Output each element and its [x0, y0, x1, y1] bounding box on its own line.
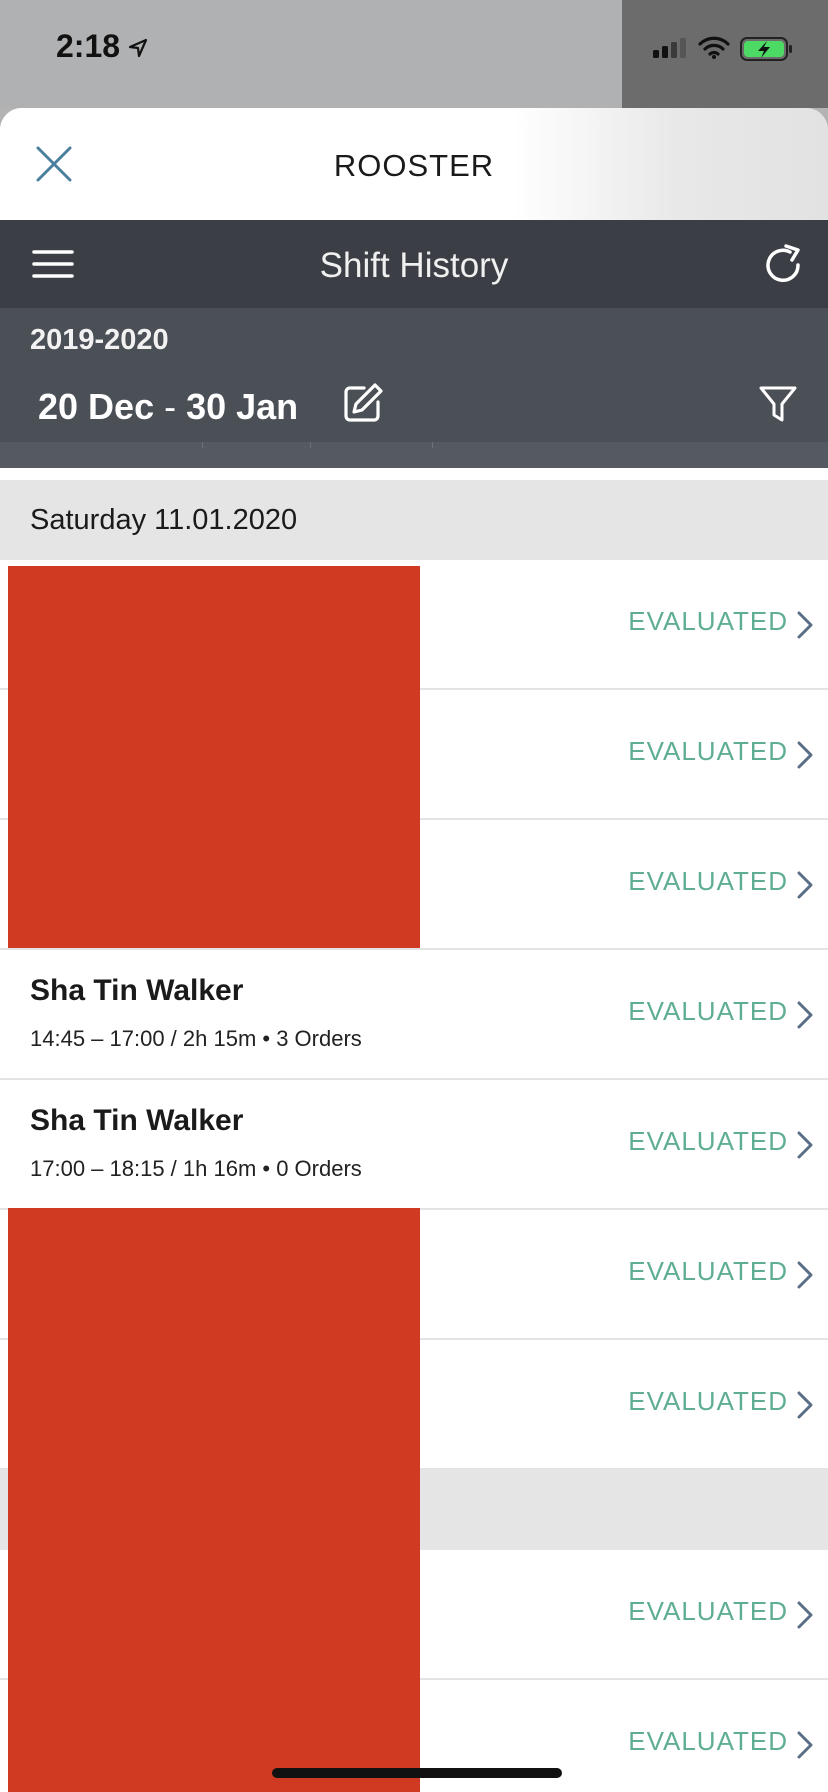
sheet-title: ROOSTER [333, 148, 495, 183]
redaction-block [8, 1208, 420, 1792]
redaction-block [8, 566, 420, 948]
shift-status: EVALUATED [628, 1126, 788, 1156]
shift-row[interactable]: Sha Tin Walker 17:00 – 18:15 / 1h 16m • … [0, 1080, 828, 1210]
shift-location: Sha Tin Walker [30, 1104, 244, 1137]
period-bar: 2019-2020 20 Dec - 30 Jan [0, 308, 828, 442]
shift-row[interactable]: Sha Tin Walker 14:45 – 17:00 / 2h 15m • … [0, 950, 828, 1080]
battery-charging-icon [740, 37, 792, 61]
tab-divider [202, 442, 203, 448]
shift-status: EVALUATED [628, 1726, 788, 1756]
section-header-date: Saturday 11.01.2020 [0, 480, 828, 560]
shift-status: EVALUATED [628, 866, 788, 896]
chevron-right-icon [797, 1261, 813, 1289]
section-date-label: Saturday 11.01.2020 [30, 504, 298, 536]
tab-strip [0, 442, 828, 468]
shift-status: EVALUATED [628, 736, 788, 766]
shift-detail: 14:45 – 17:00 / 2h 15m • 3 Orders [30, 1026, 362, 1051]
wifi-icon [698, 36, 730, 59]
season-label: 2019-2020 [30, 324, 169, 356]
shift-status: EVALUATED [628, 1596, 788, 1626]
tab-divider [432, 442, 433, 448]
date-range-end: 30 Jan [186, 386, 299, 427]
shift-detail: 17:00 – 18:15 / 1h 16m • 0 Orders [30, 1156, 362, 1181]
date-range-start: 20 Dec [38, 386, 155, 427]
refresh-icon[interactable] [760, 242, 806, 288]
page-title: Shift History [319, 246, 509, 285]
shift-status: EVALUATED [628, 996, 788, 1026]
chevron-right-icon [797, 741, 813, 769]
date-range-separator: - [154, 386, 187, 427]
shift-status: EVALUATED [628, 1386, 788, 1416]
app-nav-bar: Shift History [0, 220, 828, 308]
sheet-header: ROOSTER [0, 108, 828, 220]
chevron-right-icon [797, 1601, 813, 1629]
status-bar: 2:18 [0, 0, 828, 108]
chevron-right-icon [797, 1001, 813, 1029]
home-indicator[interactable] [272, 1768, 562, 1778]
modal-sheet: ROOSTER Shift History 2019-2020 20 Dec -… [0, 108, 828, 1792]
filter-icon[interactable] [758, 384, 798, 424]
status-time: 2:18 [56, 28, 121, 64]
date-range[interactable]: 20 Dec - 30 Jan [38, 386, 298, 428]
edit-icon[interactable] [342, 382, 384, 424]
chevron-right-icon [797, 871, 813, 899]
shift-location: Sha Tin Walker [30, 974, 244, 1007]
tab-divider [310, 442, 311, 448]
shift-status: EVALUATED [628, 606, 788, 636]
cellular-signal-icon [653, 38, 686, 58]
location-arrow-icon [128, 38, 148, 58]
chevron-right-icon [797, 1131, 813, 1159]
shift-status: EVALUATED [628, 1256, 788, 1286]
chevron-right-icon [797, 611, 813, 639]
chevron-right-icon [797, 1391, 813, 1419]
chevron-right-icon [797, 1731, 813, 1759]
